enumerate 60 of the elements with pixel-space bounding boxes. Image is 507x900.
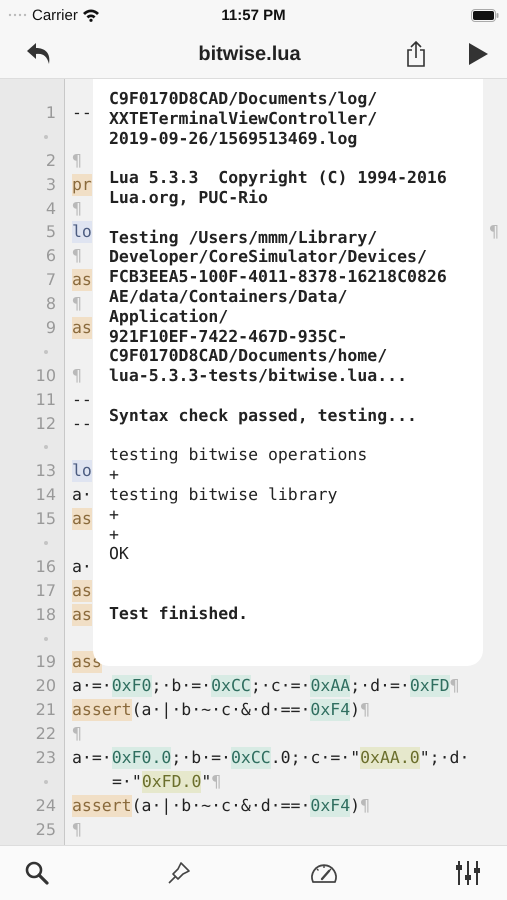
console-text: Syntax check passed, testing... [109, 406, 418, 426]
line-number: 16 [36, 556, 56, 577]
line-number: 3 [46, 174, 56, 195]
line-number: 24 [36, 796, 56, 816]
line-number: 15 [36, 509, 56, 530]
pin-icon [166, 860, 192, 886]
line-number: 7 [46, 270, 56, 290]
line-number: 22 [36, 724, 56, 744]
code-line: -- [72, 388, 92, 411]
line-number: 25 [36, 820, 56, 840]
line-number: 23 [36, 748, 56, 768]
code-line: ¶ [72, 723, 82, 746]
line-number: 4 [46, 198, 56, 218]
line-number: 14 [36, 485, 56, 506]
line-number: 5 [46, 222, 56, 242]
line-end-mark: ¶ [489, 222, 499, 242]
share-icon [405, 40, 427, 68]
battery-icon [471, 8, 499, 22]
code-line: ¶ [72, 293, 82, 316]
line-number: 11 [36, 390, 56, 410]
line-number: 21 [36, 700, 56, 720]
line-number: 2 [46, 150, 56, 171]
code-line: -- [72, 102, 92, 124]
code-line: a· [72, 484, 92, 506]
console-text: Lua 5.3.3 Copyright (C) 1994-2016 Lua.org, PUC-Rio [109, 168, 448, 208]
code-line: ¶ [72, 150, 82, 172]
search-icon [24, 860, 50, 886]
line-number: 18 [36, 604, 56, 625]
clock-time: 11:57 PM [221, 6, 286, 24]
line-number: 10 [36, 366, 56, 386]
file-title: bitwise.lua [197, 42, 302, 66]
line-number: 12 [36, 414, 56, 434]
code-line: -- [72, 412, 92, 435]
code-line: ¶ [72, 364, 82, 387]
line-number: 17 [36, 580, 56, 601]
line-number: 8 [46, 294, 56, 314]
console-text: Test finished. [109, 604, 250, 624]
line-number: 1 [46, 102, 56, 123]
code-line: a·=·0xF0;·b·=·0xCC;·c·=·0xAA;·d·=·0xFD¶ [72, 675, 460, 698]
line-number: 20 [36, 676, 56, 696]
code-line: ¶ [72, 245, 82, 268]
console-text: testing bitwise operations + testing bitwise library + + OK [109, 445, 368, 564]
code-line: a· [72, 556, 92, 578]
code-line: ¶ [72, 198, 82, 220]
sliders-icon [454, 859, 481, 887]
line-number: 13 [36, 461, 56, 482]
wifi-icon [82, 8, 100, 22]
line-number: 9 [46, 318, 56, 338]
code-line: ¶ [72, 818, 82, 841]
play-icon [467, 42, 489, 66]
code-line: a·=·0xF0.0;·b·=·0xCC.0;·c·=·"0xAA.0";·d· [72, 746, 470, 769]
code-line: =·"0xFD.0"¶ [111, 770, 222, 793]
line-number: 19 [36, 652, 56, 672]
line-number: 6 [46, 246, 56, 266]
console-text: Testing /Users/mmm/Library/ Developer/CoreSimulator/Devices/ FCB3EEA5-100F-4011-8378-16218C0826 AE/data/Containers/Data/ Application/ 921F10EF-7422-467D-935C- C9F0170D8CAD/Documents/home/ lua-5.3.3-tests/bitwise.lua... [109, 228, 448, 386]
signal-icon [8, 13, 28, 17]
carrier-name: Carrier [32, 6, 78, 24]
code-line: assert(a·|·b·~·c·&·d·==·0xF4)¶ [72, 699, 370, 722]
code-line: assert(a·|·b·~·c·&·d·==·0xF4)¶ [72, 794, 370, 817]
console-text: C9F0170D8CAD/Documents/log/ XXTETerminalViewController/ 2019-09-26/1569513469.log [109, 89, 378, 148]
